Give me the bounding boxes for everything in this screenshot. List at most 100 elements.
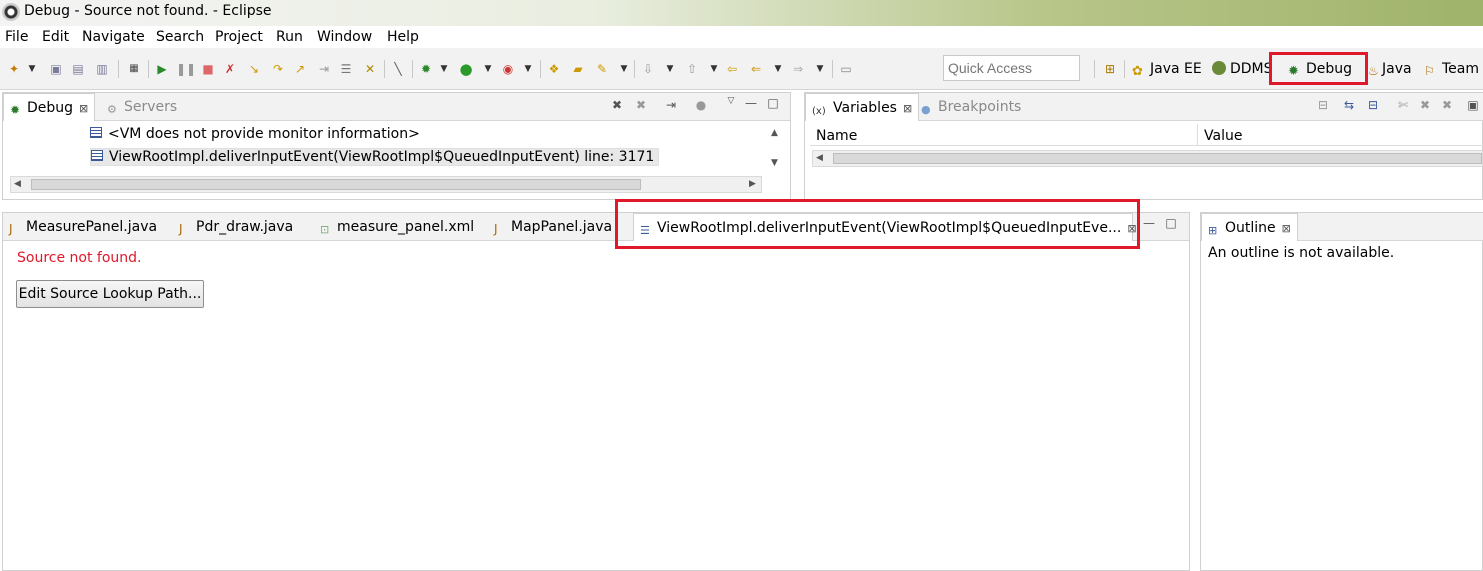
terminate-icon[interactable]: ■ [200,61,216,77]
scroll-left-icon[interactable]: ◀ [14,179,21,189]
scrollbar-thumb[interactable] [31,179,641,190]
menu-run[interactable]: Run [276,29,303,45]
debug-horizontal-scrollbar[interactable]: ◀ ▶ [10,176,762,193]
next-annotation-icon[interactable]: ⇩ [640,61,656,77]
tab-measurepanel-java[interactable]: J MeasurePanel.java [3,213,163,241]
maximize-icon[interactable]: □ [765,95,781,111]
perspective-java[interactable]: ♨ Java [1368,58,1412,80]
chevron-down-icon[interactable]: ▼ [24,61,40,77]
column-header-name[interactable]: Name [810,124,1198,146]
debug-run-icon[interactable]: ✹ [418,61,434,77]
chevron-down-icon[interactable]: ▼ [520,61,536,77]
external-tools-icon[interactable]: ◉ [500,61,516,77]
window-title: Debug - Source not found. - Eclipse [24,3,272,19]
chevron-down-icon[interactable]: ▼ [662,61,678,77]
save-all-icon[interactable]: ▤ [70,61,86,77]
menu-bar: File Edit Navigate Search Project Run Wi… [0,26,1483,48]
new-java-package-icon[interactable]: ❖ [546,61,562,77]
remove-all-icon[interactable]: ✖ [1439,97,1455,113]
toggle-icon[interactable]: ✕ [362,61,378,77]
tab-debug[interactable]: ✹ Debug ⊠ [3,93,96,121]
new-icon[interactable]: ✦ [6,61,22,77]
menu-window[interactable]: Window [317,29,372,45]
close-icon[interactable]: ⊠ [79,102,88,115]
step-return-icon[interactable]: ↗ [292,61,308,77]
tab-measure-panel-xml[interactable]: ⊡ measure_panel.xml [314,213,480,241]
forward-icon[interactable]: ⇒ [790,61,806,77]
menu-navigate[interactable]: Navigate [82,29,145,45]
chevron-down-icon[interactable]: ▼ [436,61,452,77]
view-menu-icon[interactable]: ● [693,97,709,113]
wand-icon[interactable]: ✎ [594,61,610,77]
variables-horizontal-scrollbar[interactable]: ◀ [812,150,1483,167]
scroll-up-icon[interactable]: ▲ [771,128,778,138]
tab-pdr-draw-java[interactable]: J Pdr_draw.java [173,213,299,241]
collapse-all-icon[interactable]: ⊟ [1365,97,1381,113]
disconnect-icon[interactable]: ✗ [222,61,238,77]
tab-outline[interactable]: ⊞ Outline ⊠ [1201,213,1298,241]
maximize-icon[interactable]: □ [1163,215,1179,231]
java-file-icon: J [494,222,498,236]
last-edit-location-icon[interactable]: ⇦ [724,61,740,77]
list-item[interactable]: ViewRootImpl.deliverInputEvent(ViewRootI… [90,148,660,166]
menu-edit[interactable]: Edit [42,29,69,45]
show-type-names-icon[interactable]: ⊟ [1315,97,1331,113]
step-over-icon[interactable]: ↷ [270,61,286,77]
title-bar: Debug - Source not found. - Eclipse [0,0,1483,26]
chevron-down-icon[interactable]: ▼ [616,61,632,77]
close-icon[interactable]: ⊠ [1282,222,1291,235]
skip-breakpoints-icon[interactable]: ▦ [126,61,142,77]
column-header-value[interactable]: Value [1198,124,1483,146]
debug-view-tabs: ✹ Debug ⊠ ⚙ Servers ✖ ✖ ⇥ ● ▽ — □ [3,93,790,121]
minimize-icon[interactable]: — [1141,215,1157,231]
menu-search[interactable]: Search [156,29,204,45]
resume-icon[interactable]: ▶ [154,61,170,77]
chevron-down-icon[interactable]: ▼ [770,61,786,77]
save-icon[interactable]: ▣ [48,61,64,77]
scroll-down-icon[interactable]: ▼ [771,158,778,168]
menu-help[interactable]: Help [387,29,419,45]
scroll-right-icon[interactable]: ▶ [749,179,756,189]
remove-terminated-icon[interactable]: ✖ [609,97,625,113]
tab-servers[interactable]: ⚙ Servers [101,93,183,121]
chevron-down-icon[interactable]: ▼ [480,61,496,77]
view-menu-icon[interactable]: ▣ [1465,97,1481,113]
tab-variables[interactable]: (x) Variables ⊠ [805,93,920,121]
minimize-icon[interactable]: — [743,95,759,111]
pin-icon[interactable]: ╲ [390,61,406,77]
pin-editor-icon[interactable]: ▭ [838,61,854,77]
quick-access-input[interactable] [943,55,1080,81]
chevron-down-icon[interactable]: ▼ [706,61,722,77]
menu-file[interactable]: File [5,29,28,45]
chevron-down-icon[interactable]: ▽ [723,93,739,109]
remove-all-icon[interactable]: ✖ [1417,97,1433,113]
prev-annotation-icon[interactable]: ⇧ [684,61,700,77]
tab-mappanel-java[interactable]: J MapPanel.java [488,213,618,241]
show-logical-structure-icon[interactable]: ⇆ [1341,97,1357,113]
print-icon[interactable]: ▥ [94,61,110,77]
remove-all-icon[interactable]: ✖ [633,97,649,113]
back-icon[interactable]: ⇐ [748,61,764,77]
menu-project[interactable]: Project [215,29,263,45]
edit-source-lookup-path-button[interactable]: Edit Source Lookup Path... [16,280,204,308]
perspective-ddms[interactable]: DDMS [1212,58,1273,80]
remove-icon[interactable]: ✄ [1395,97,1411,113]
perspective-team[interactable]: ⚐ Team [1424,58,1479,80]
use-step-filters-icon[interactable]: ☰ [338,61,354,77]
scrollbar-thumb[interactable] [833,153,1482,164]
run-icon[interactable]: ● [458,61,474,77]
step-filters-icon[interactable]: ⇥ [663,97,679,113]
step-into-icon[interactable]: ↘ [246,61,262,77]
editor-area [2,212,1190,571]
open-perspective-icon[interactable]: ⊞ [1102,61,1118,77]
scroll-left-icon[interactable]: ◀ [816,153,823,163]
open-folder-icon[interactable]: ▰ [570,61,586,77]
drop-to-frame-icon[interactable]: ⇥ [316,61,332,77]
close-icon[interactable]: ⊠ [903,102,912,115]
servers-icon: ⚙ [107,103,117,116]
suspend-icon[interactable]: ❚❚ [176,61,196,77]
list-item[interactable]: <VM does not provide monitor information… [90,126,420,142]
tab-breakpoints[interactable]: ● Breakpoints [915,93,1027,121]
perspective-java-ee[interactable]: ✿ Java EE [1132,58,1202,80]
chevron-down-icon[interactable]: ▼ [812,61,828,77]
